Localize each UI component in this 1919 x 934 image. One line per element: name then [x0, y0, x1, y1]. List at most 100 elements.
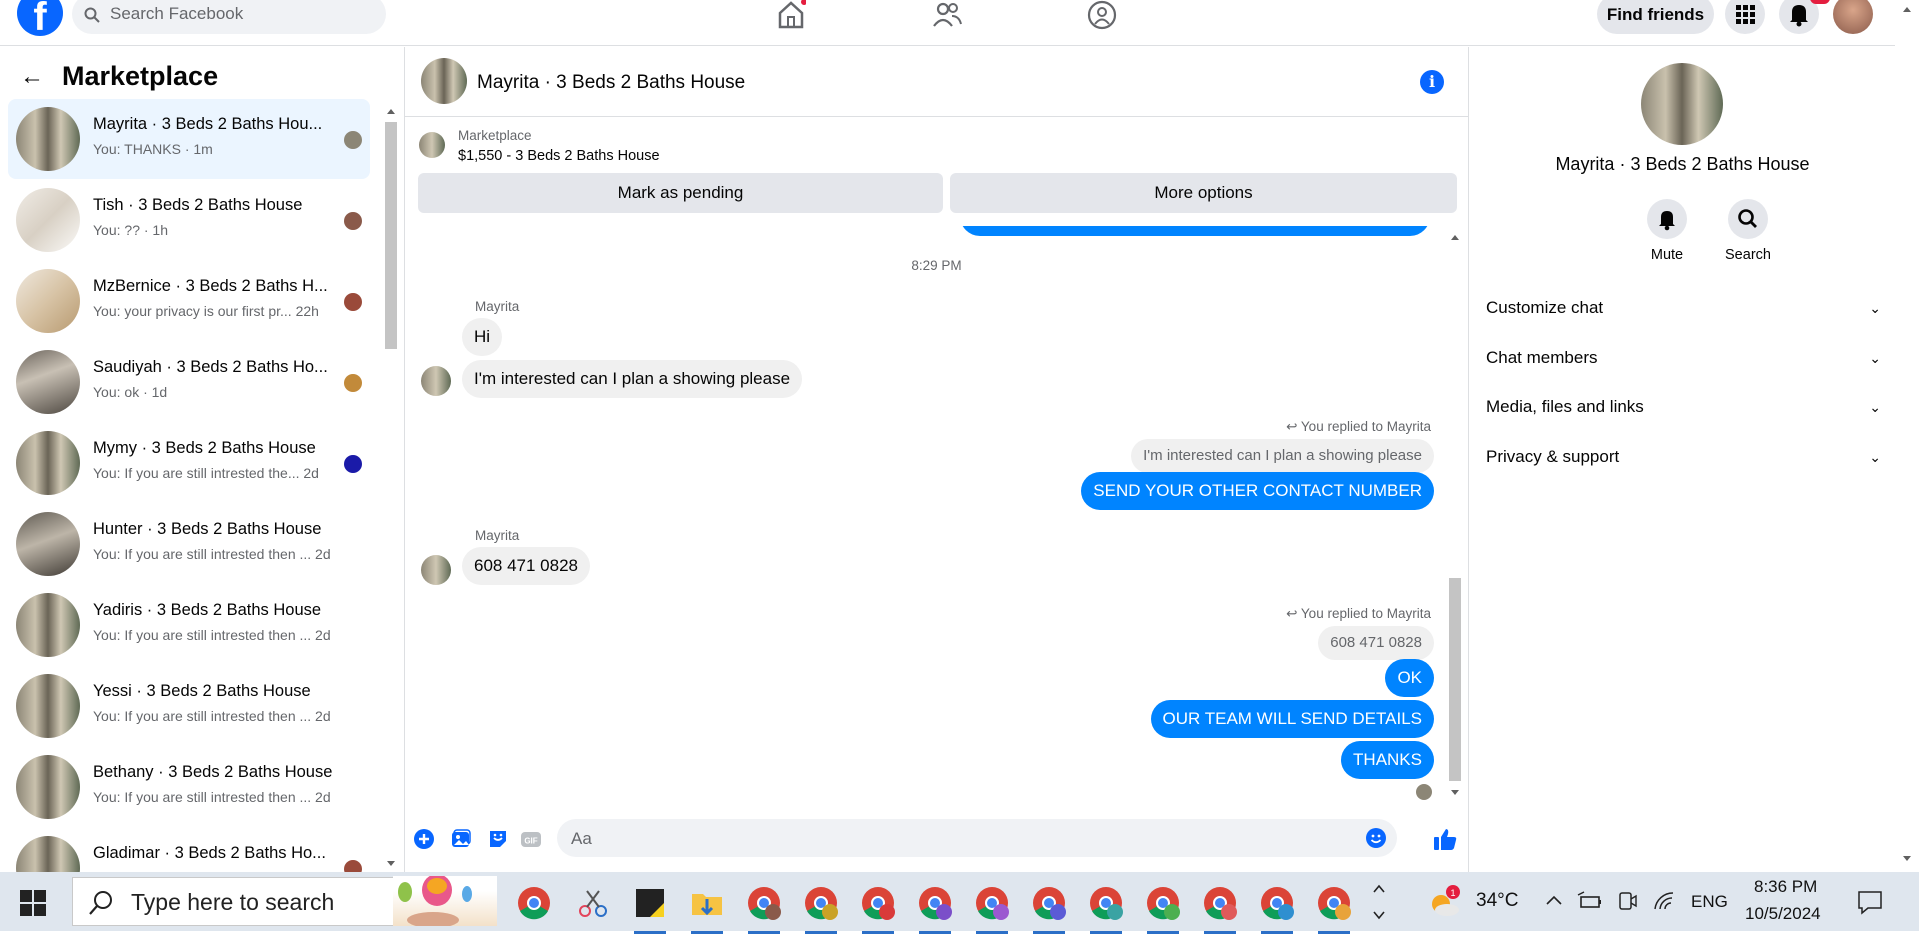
meet-now-icon[interactable]	[1616, 889, 1638, 913]
battery-icon[interactable]	[1576, 889, 1604, 913]
conversation-preview: You: ?? · 1h	[93, 222, 168, 238]
mark-as-pending-button[interactable]: Mark as pending	[418, 173, 943, 213]
sender-avatar[interactable]	[421, 555, 451, 585]
chat-avatar[interactable]	[421, 58, 467, 104]
taskbar-chrome-profile-icon[interactable]	[1316, 885, 1352, 934]
message-bubble-incoming[interactable]: I'm interested can I plan a showing plea…	[462, 360, 803, 398]
conversation-item[interactable]: Saudiyah · 3 Beds 2 Baths Ho... You: ok …	[8, 342, 370, 422]
message-input[interactable]: Aa	[557, 819, 1397, 857]
conversation-item[interactable]: Yessi · 3 Beds 2 Baths House You: If you…	[8, 666, 370, 746]
conversation-item[interactable]: Mymy · 3 Beds 2 Baths House You: If you …	[8, 423, 370, 503]
facebook-logo[interactable]: f	[17, 0, 63, 36]
conversation-item[interactable]: Tish · 3 Beds 2 Baths House You: ?? · 1h	[8, 180, 370, 260]
thread-scrollbar[interactable]	[1446, 226, 1464, 804]
emoji-icon[interactable]	[1365, 827, 1387, 849]
groups-icon[interactable]	[1087, 0, 1117, 30]
taskbar-chrome-profile-icon[interactable]	[860, 885, 896, 934]
gif-icon[interactable]: GIF	[520, 828, 542, 850]
weather-icon[interactable]: 1	[1427, 884, 1463, 920]
scroll-up-arrow-icon[interactable]	[381, 104, 401, 118]
taskbar-chrome-icon[interactable]	[516, 885, 552, 921]
photo-icon[interactable]	[450, 828, 472, 850]
scroll-up-arrow-icon[interactable]	[1895, 2, 1919, 16]
conversation-avatar	[16, 431, 80, 495]
message-bubble-outgoing[interactable]: SEND YOUR OTHER CONTACT NUMBER	[1081, 472, 1434, 510]
conversation-item[interactable]: MzBernice · 3 Beds 2 Baths H... You: you…	[8, 261, 370, 341]
taskbar-chrome-profile-icon[interactable]	[1145, 885, 1181, 934]
item-label: Customize chat	[1486, 298, 1604, 317]
scroll-down-arrow-icon[interactable]	[381, 857, 401, 871]
wifi-icon[interactable]	[1652, 889, 1676, 913]
thumbs-up-icon[interactable]	[1432, 826, 1458, 852]
customize-chat-item[interactable]: Customize chat ⌄	[1486, 293, 1881, 323]
scroll-up-arrow-icon[interactable]	[1446, 230, 1464, 244]
conversation-item[interactable]: Hunter · 3 Beds 2 Baths House You: If yo…	[8, 504, 370, 584]
profile-avatar[interactable]	[1833, 0, 1873, 34]
media-files-links-item[interactable]: Media, files and links ⌄	[1486, 392, 1881, 422]
message-bubble-outgoing[interactable]: OUR TEAM WILL SEND DETAILS	[1150, 700, 1434, 738]
friends-icon[interactable]	[932, 0, 962, 30]
clock-time[interactable]: 8:36 PM	[1754, 877, 1817, 897]
search-highlight-balloons-icon	[393, 874, 497, 928]
page-scrollbar[interactable]	[1895, 0, 1919, 872]
search-label: Search	[1725, 247, 1771, 263]
message-bubble-outgoing[interactable]: OK	[1385, 659, 1434, 697]
notifications-button[interactable]	[1779, 0, 1819, 34]
notification-center-icon[interactable]	[1857, 889, 1883, 915]
chat-members-item[interactable]: Chat members ⌄	[1486, 343, 1881, 373]
info-icon[interactable]: i	[1420, 70, 1444, 94]
taskbar-chrome-profile-icon[interactable]	[1202, 885, 1238, 934]
taskbar-file-explorer-icon[interactable]	[689, 885, 725, 934]
sticker-icon[interactable]	[487, 828, 509, 850]
message-bubble-incoming[interactable]: Hi	[462, 318, 503, 356]
message-bubble-outgoing[interactable]: THANKS	[1341, 741, 1434, 779]
quoted-message[interactable]: 608 471 0828	[1318, 626, 1434, 660]
scroll-down-arrow-icon[interactable]	[1446, 786, 1464, 800]
menu-button[interactable]	[1725, 0, 1765, 34]
find-friends-button[interactable]: Find friends	[1597, 0, 1714, 34]
weather-temperature[interactable]: 34°C	[1476, 890, 1518, 912]
listing-thumbnail[interactable]	[419, 132, 445, 158]
taskbar-search-box[interactable]: Type here to search	[72, 874, 497, 928]
taskbar-snipping-tool-icon[interactable]	[575, 885, 611, 921]
sidebar-scroll-thumb[interactable]	[385, 122, 397, 349]
plus-circle-icon[interactable]	[413, 828, 435, 850]
listing-price[interactable]: $1,550 - 3 Beds 2 Baths House	[458, 148, 660, 164]
taskbar-chrome-profile-icon[interactable]	[974, 885, 1010, 934]
taskbar-chrome-profile-icon[interactable]	[746, 885, 782, 934]
privacy-support-item[interactable]: Privacy & support ⌄	[1486, 442, 1881, 472]
conversation-avatar-large[interactable]	[1641, 63, 1723, 145]
thread-scroll-thumb[interactable]	[1449, 578, 1461, 781]
sender-avatar[interactable]	[421, 366, 451, 396]
taskbar-chrome-profile-icon[interactable]	[803, 885, 839, 934]
more-options-button[interactable]: More options	[950, 173, 1457, 213]
taskbar-chrome-profile-icon[interactable]	[917, 885, 953, 934]
language-indicator[interactable]: ENG	[1691, 892, 1728, 912]
quoted-message[interactable]: I'm interested can I plan a showing plea…	[1131, 439, 1434, 473]
conversation-item[interactable]: Mayrita · 3 Beds 2 Baths Hou... You: THA…	[8, 99, 370, 179]
search-conversation-button[interactable]: Search	[1718, 199, 1778, 263]
chat-title[interactable]: Mayrita · 3 Beds 2 Baths House	[477, 72, 745, 94]
message-bubble-incoming[interactable]: 608 471 0828	[462, 547, 590, 585]
conversation-item[interactable]: Bethany · 3 Beds 2 Baths House You: If y…	[8, 747, 370, 827]
taskbar-chrome-profile-icon[interactable]	[1031, 885, 1067, 934]
search-facebook-field[interactable]: Search Facebook	[72, 0, 386, 34]
taskbar-sticky-notes-icon[interactable]	[632, 885, 668, 934]
scroll-down-arrow-icon[interactable]	[1895, 852, 1919, 866]
chevron-up-icon[interactable]	[1543, 890, 1565, 912]
windows-start-icon[interactable]	[20, 890, 46, 916]
taskbar-chrome-profile-icon[interactable]	[1088, 885, 1124, 934]
back-arrow-icon[interactable]: ←	[20, 63, 50, 91]
clock-date[interactable]: 10/5/2024	[1745, 904, 1821, 924]
home-icon[interactable]	[776, 0, 806, 30]
taskbar-overflow-icon[interactable]	[1370, 878, 1388, 926]
conversation-item[interactable]: Gladimar · 3 Beds 2 Baths Ho...	[8, 828, 370, 872]
sidebar-scrollbar[interactable]	[381, 102, 401, 872]
sender-name: Mayrita	[475, 528, 520, 543]
chevron-down-icon: ⌄	[1869, 449, 1881, 465]
reply-note: ↩ You replied to Mayrita	[1286, 419, 1431, 435]
conversation-info-panel: Mayrita · 3 Beds 2 Baths House Mute Sear…	[1468, 47, 1895, 872]
conversation-item[interactable]: Yadiris · 3 Beds 2 Baths House You: If y…	[8, 585, 370, 665]
taskbar-chrome-profile-icon[interactable]	[1259, 885, 1295, 934]
mute-button[interactable]: Mute	[1637, 199, 1697, 263]
